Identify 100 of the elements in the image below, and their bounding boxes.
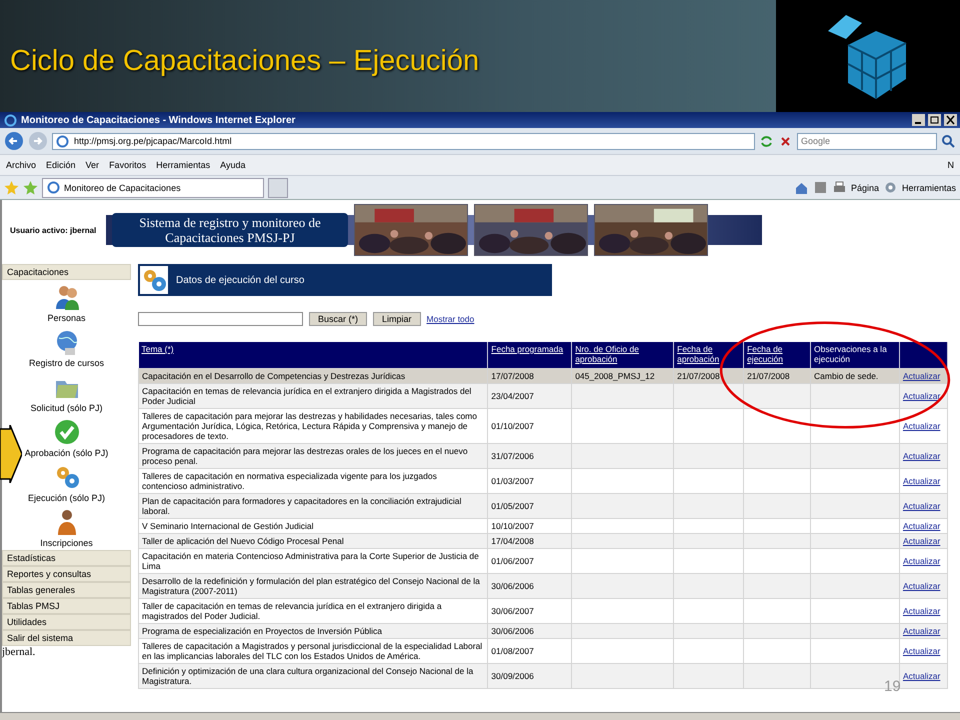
table-cell (674, 623, 744, 638)
table-cell: 01/05/2007 (488, 493, 572, 518)
table-cell (674, 573, 744, 598)
search-button[interactable]: Buscar (*) (309, 312, 368, 326)
table-cell (744, 518, 811, 533)
table-cell (674, 383, 744, 408)
table-cell: Taller de aplicación del Nuevo Código Procesal Penal (138, 533, 488, 548)
table-row[interactable]: Talleres de capacitación en normativa especializada vigente para los juzgados contencioso administrativo. 01/03/2007 Actualizar (138, 468, 948, 493)
column-sort-link[interactable]: Fecha programada (491, 344, 568, 354)
table-cell (674, 533, 744, 548)
new-tab-button[interactable] (268, 178, 288, 198)
page-menu[interactable]: Página (850, 182, 879, 192)
menu-item[interactable]: N (948, 160, 954, 170)
table-cell: Talleres de capacitación a Magistrados y personal jurisdiccional de la especialidad Laboral en las implicancias laborales del TLC con los Estados Unidos de América. (138, 638, 488, 663)
page-icon (55, 134, 70, 148)
table-cell (674, 518, 744, 533)
table-row[interactable]: V Seminario Internacional de Gestión Judicial 10/10/2007 Actualizar (138, 518, 948, 533)
sidebar-item[interactable]: Registro de cursos (28, 358, 104, 368)
clear-button[interactable]: Limpiar (373, 312, 421, 326)
column-sort-link[interactable]: Nro. de Oficio de aprobación (575, 344, 670, 364)
table-cell: Talleres de capacitación en normativa especializada vigente para los juzgados contencioso administrativo. (138, 468, 488, 493)
table-cell: 045_2008_PMSJ_12 (572, 368, 674, 383)
table-cell: Talleres de capacitación para mejorar las destrezas y habilidades necesarias, tales como Argumentación Jurídica, Lógica, Retórica, Lectura Rápida y Comprensiva y manejo de procesadores de texto. (138, 408, 488, 443)
sidebar-item[interactable]: Personas (47, 313, 86, 323)
menu-item[interactable]: Edición (46, 160, 76, 170)
sidebar-item[interactable]: Ejecución (sólo PJ) (28, 493, 106, 503)
minimize-button[interactable] (912, 114, 925, 126)
back-button[interactable] (4, 131, 24, 151)
table-cell (674, 663, 744, 688)
table-cell: Definición y optimización de una clara cultura organizacional del Consejo Nacional de la Magistratura. (138, 663, 488, 688)
table-cell: Capacitación en materia Contencioso Administrativa para la Corte Superior de Justicia de Lima (138, 548, 488, 573)
address-field[interactable]: http://pmsj.org.pe/pjcapac/MarcoId.html (52, 132, 755, 150)
column-sort-link[interactable]: Tema (*) (142, 344, 484, 354)
menu-item[interactable]: Archivo (6, 160, 36, 170)
sidebar-item[interactable]: Inscripciones (40, 538, 93, 548)
table-cell: 01/06/2007 (488, 548, 572, 573)
search-field[interactable]: Google (797, 132, 937, 150)
tools-menu[interactable]: Herramientas (902, 182, 956, 192)
refresh-icon[interactable] (759, 134, 774, 148)
gears-icon (140, 266, 168, 294)
table-cell (674, 468, 744, 493)
sidebar-menu-item[interactable]: Estadísticas (2, 550, 131, 566)
sidebar-menu-item[interactable]: Tablas generales (2, 582, 131, 598)
table-cell: Plan de capacitación para formadores y capacitadores en la conciliación extrajudicial laboral. (138, 493, 488, 518)
table-cell (744, 638, 811, 663)
table-cell (744, 663, 811, 688)
table-cell: 21/07/2008 (744, 368, 811, 383)
system-title: Sistema de registro y monitoreo de Capacitaciones PMSJ-PJ (112, 213, 348, 247)
sidebar-section[interactable]: Capacitaciones (2, 264, 131, 280)
user-footer: jbernal. (2, 646, 131, 658)
sidebar-menu-item[interactable]: Salir del sistema (2, 630, 131, 646)
column-sort-link[interactable]: Fecha de ejecución (747, 344, 808, 364)
table-row[interactable]: Programa de capacitación para mejorar las destrezas orales de los jueces en el nuevo proceso penal. 31/07/2006 Actualizar (138, 443, 948, 468)
table-cell (744, 443, 811, 468)
table-row[interactable]: Capacitación en el Desarrollo de Competencias y Destrezas Jurídicas 17/07/2008 045_2008_PMSJ_12 21/07/2008 21/07/2008 Cambio de sede. Actualizar (138, 368, 948, 383)
column-title: Observaciones a la ejecución (814, 344, 887, 364)
table-cell (674, 598, 744, 623)
table-cell: 31/07/2006 (488, 443, 572, 468)
sidebar-menu-item[interactable]: Reportes y consultas (2, 566, 131, 582)
menu-item[interactable]: Favoritos (109, 160, 146, 170)
browser-tab[interactable]: Monitoreo de Capacitaciones (42, 178, 264, 198)
table-row[interactable]: Taller de aplicación del Nuevo Código Procesal Penal 17/04/2008 Actualizar (138, 533, 948, 548)
table-cell (744, 623, 811, 638)
menu-item[interactable]: Herramientas (156, 160, 210, 170)
sidebar-item[interactable]: Solicitud (sólo PJ) (30, 403, 103, 413)
slide-title: Ciclo de Capacitaciones – Ejecución (10, 44, 480, 78)
maximize-button[interactable] (928, 114, 941, 126)
table-row[interactable]: Desarrollo de la redefinición y formulación del plan estratégico del Consejo Nacional de la Magistratura (2007-2011) 30/06/2006 Actualizar (138, 573, 948, 598)
print-icon[interactable] (832, 180, 847, 195)
table-row[interactable]: Capacitación en temas de relevancia jurídica en el extranjero dirigida a Magistrados del Poder Judicial 23/04/2007 Actualizar (138, 383, 948, 408)
gear-icon[interactable] (882, 180, 898, 195)
table-row[interactable]: Capacitación en materia Contencioso Administrativa para la Corte Superior de Justicia de Lima 01/06/2007 Actualizar (138, 548, 948, 573)
table-cell: Capacitación en el Desarrollo de Competencias y Destrezas Jurídicas (138, 368, 488, 383)
table-cell: 17/04/2008 (488, 533, 572, 548)
table-cell (674, 408, 744, 443)
table-row[interactable]: Programa de especialización en Proyectos de Inversión Pública 30/06/2006 Actualizar (138, 623, 948, 638)
table-row[interactable]: Plan de capacitación para formadores y capacitadores en la conciliación extrajudicial laboral. 01/05/2007 Actualizar (138, 493, 948, 518)
table-row[interactable]: Taller de capacitación en temas de relevancia jurídica en el extranjero dirigida a magistrados del Poder Judicial. 30/06/2007 Actualizar (138, 598, 948, 623)
menu-item[interactable]: Ver (86, 160, 100, 170)
sidebar-item[interactable]: Aprobación (sólo PJ) (24, 448, 108, 458)
search-input[interactable] (138, 312, 303, 326)
table-cell: 01/03/2007 (488, 468, 572, 493)
column-sort-link[interactable]: Fecha de aprobación (677, 344, 740, 364)
show-all-link[interactable]: Mostrar todo (426, 314, 474, 324)
menu-item[interactable]: Ayuda (220, 160, 246, 170)
table-row[interactable] (138, 408, 948, 443)
table-cell: 21/07/2008 (674, 368, 744, 383)
table-cell: 01/08/2007 (488, 638, 572, 663)
table-cell (744, 598, 811, 623)
panel-title: Datos de ejecución del curso (176, 274, 304, 286)
star-icon[interactable] (4, 180, 19, 195)
close-button[interactable] (944, 114, 957, 126)
search-icon[interactable] (941, 134, 956, 148)
table-cell (674, 443, 744, 468)
sidebar-menu-item[interactable]: Utilidades (2, 614, 131, 630)
sidebar-menu-item[interactable]: Tablas PMSJ (2, 598, 131, 614)
table-row[interactable]: Talleres de capacitación a Magistrados y personal jurisdiccional de la especialidad Laboral en las implicancias laborales del TLC con los Estados Unidos de América. 01/08/2007 Actualizar (138, 638, 948, 663)
home-icon[interactable] (794, 180, 809, 195)
table-cell (744, 573, 811, 598)
check-icon[interactable] (52, 418, 80, 446)
